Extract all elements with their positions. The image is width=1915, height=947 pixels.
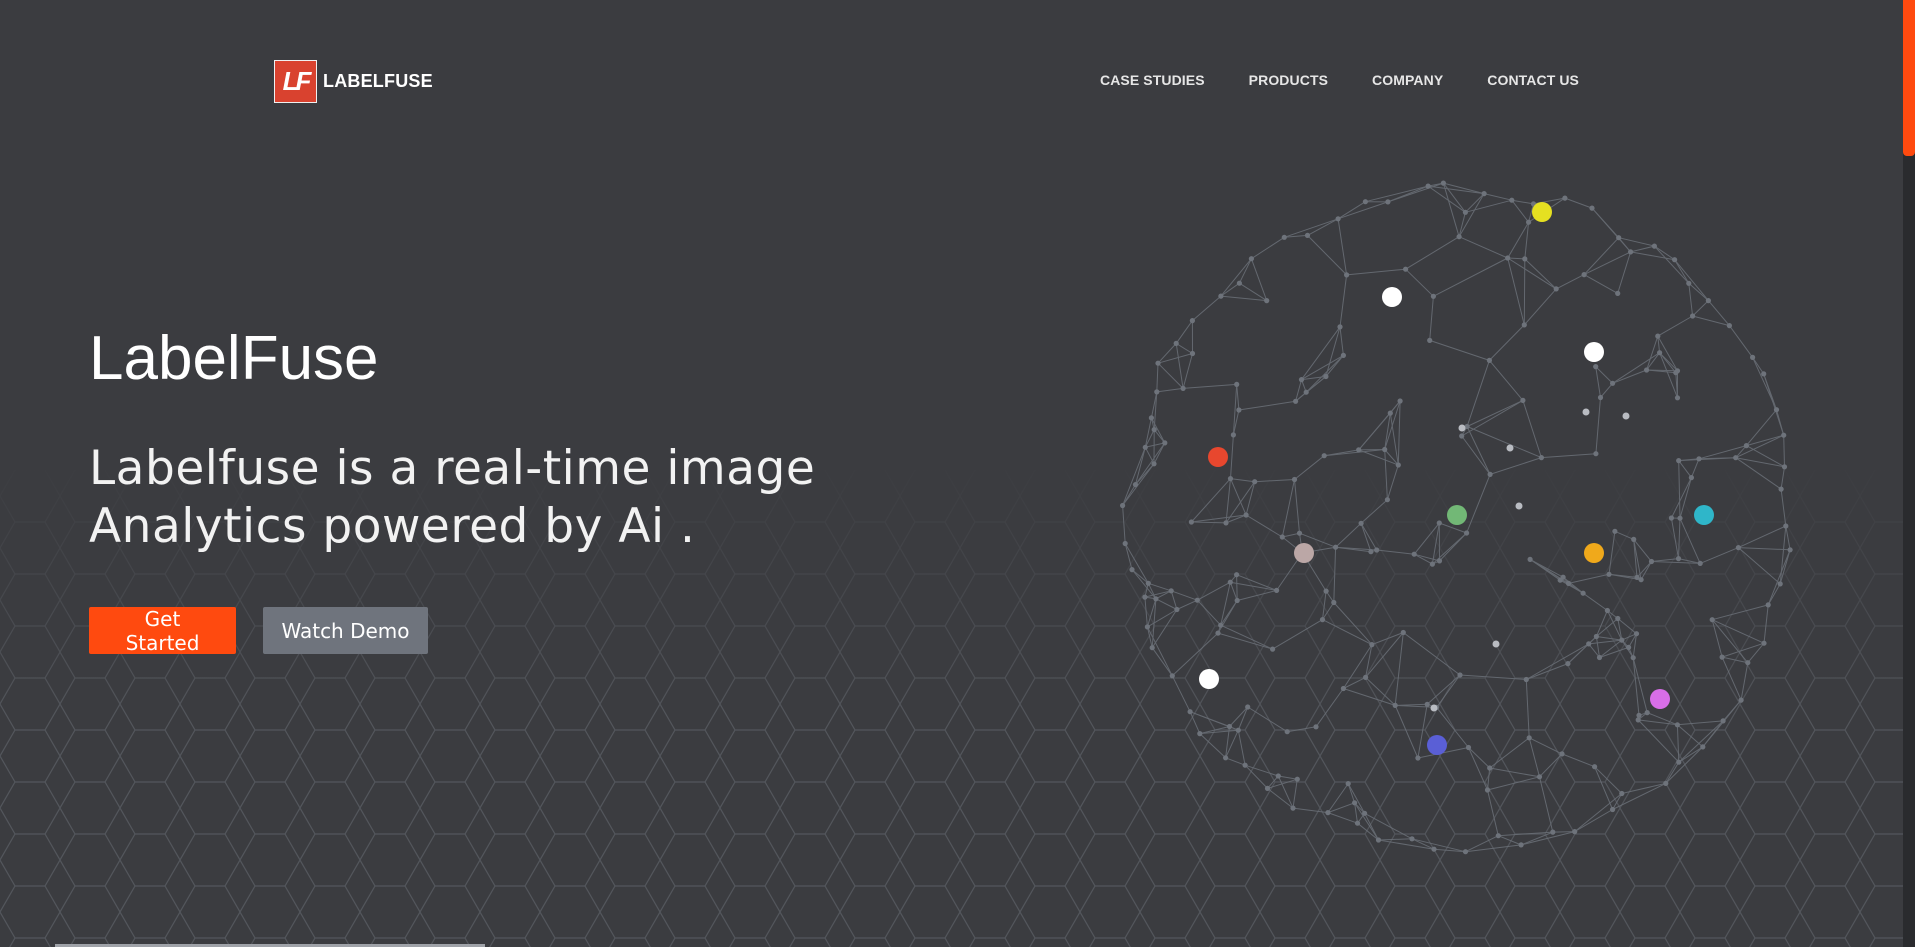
nav-item-products[interactable]: PRODUCTS xyxy=(1249,72,1328,88)
network-node-highlight xyxy=(1382,287,1402,307)
network-node-small xyxy=(1492,640,1500,648)
network-node-highlight xyxy=(1650,689,1670,709)
network-node-small xyxy=(1458,424,1466,432)
network-node-highlight xyxy=(1694,505,1714,525)
network-node-highlight xyxy=(1208,447,1228,467)
network-node-highlight xyxy=(1294,543,1314,563)
nav-item-contact-us[interactable]: CONTACT US xyxy=(1487,72,1579,88)
network-node-small xyxy=(1515,502,1523,510)
nav-item-company[interactable]: COMPANY xyxy=(1372,72,1443,88)
network-node-highlight xyxy=(1584,543,1604,563)
hero-subtitle: Labelfuse is a real-time image Analytics… xyxy=(89,441,816,554)
network-node-highlight xyxy=(1584,342,1604,362)
watch-demo-button[interactable]: Watch Demo xyxy=(263,607,428,654)
scrollbar-thumb[interactable] xyxy=(1903,0,1915,156)
get-started-button[interactable]: Get Started xyxy=(89,607,236,655)
hero-title: LabelFuse xyxy=(89,324,379,393)
network-node-small xyxy=(1582,408,1590,416)
network-node-small xyxy=(1622,412,1630,420)
network-node-small xyxy=(1506,444,1514,452)
nav-item-case-studies[interactable]: CASE STUDIES xyxy=(1100,72,1205,88)
landing-page: LF LABELFUSE CASE STUDIES PRODUCTS COMPA… xyxy=(0,0,1915,947)
brand-name: LABELFUSE xyxy=(323,71,433,91)
network-sphere-icon xyxy=(1120,180,1793,855)
brand-logo-link[interactable]: LF LABELFUSE xyxy=(274,60,433,103)
network-node-highlight xyxy=(1199,669,1219,689)
network-node-highlight xyxy=(1427,735,1447,755)
top-navbar: LF LABELFUSE CASE STUDIES PRODUCTS COMPA… xyxy=(0,0,1903,130)
network-node-highlight xyxy=(1447,505,1467,525)
vertical-scrollbar[interactable] xyxy=(1903,0,1915,947)
network-node-highlight xyxy=(1532,202,1552,222)
network-node-small xyxy=(1430,704,1438,712)
main-nav: CASE STUDIES PRODUCTS COMPANY CONTACT US xyxy=(1100,72,1579,88)
logo-mark-icon: LF xyxy=(274,60,317,103)
